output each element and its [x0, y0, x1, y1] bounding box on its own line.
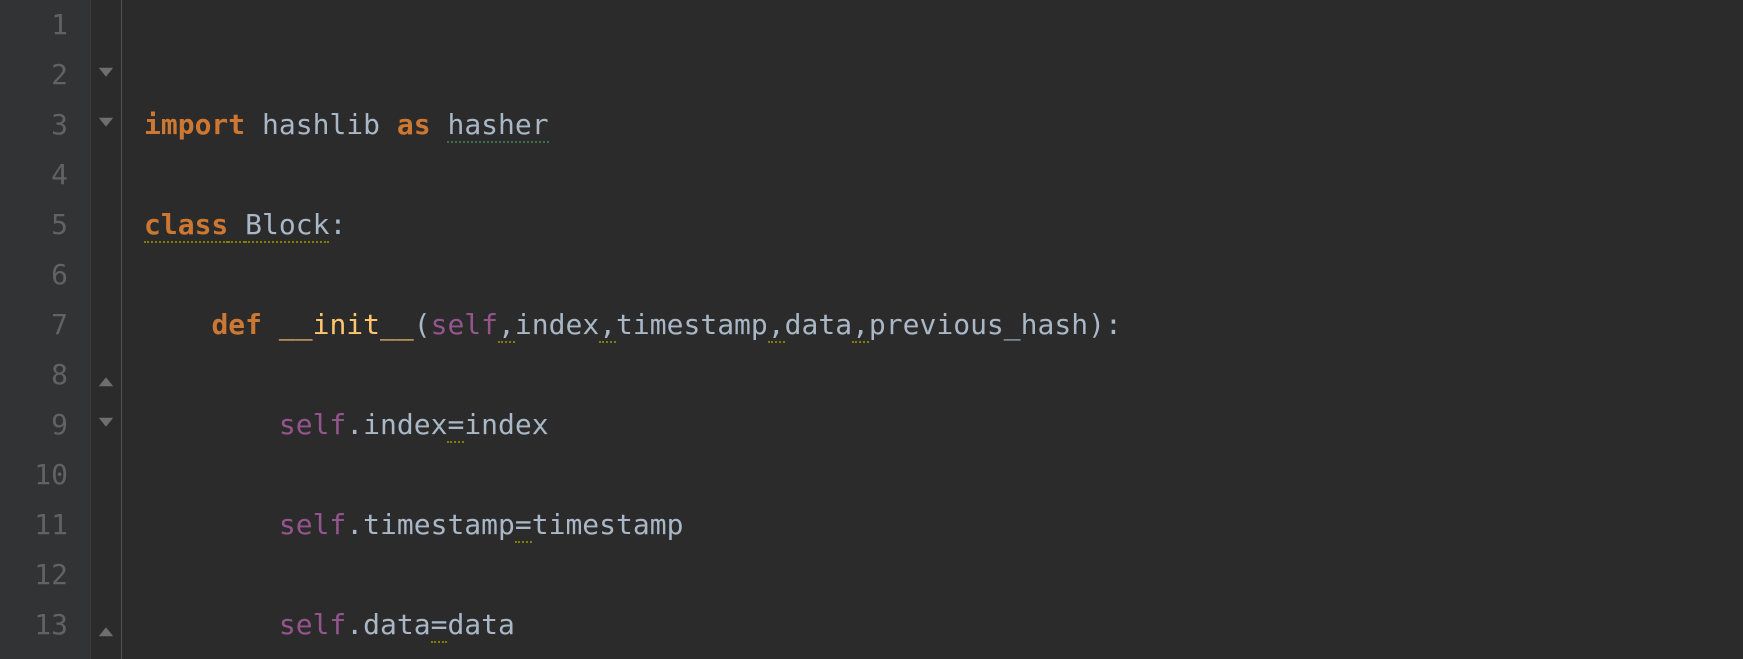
line-number[interactable]: 4 [0, 150, 68, 200]
code-line[interactable]: import hashlib as hasher [144, 100, 1743, 150]
code-line[interactable]: def __init__(self,index,timestamp,data,p… [144, 300, 1743, 350]
param: index [515, 308, 599, 341]
self-ref: self [279, 608, 346, 641]
value: index [464, 408, 548, 441]
code-line[interactable]: self.timestamp=timestamp [144, 500, 1743, 550]
code-editor[interactable]: 1 2 3 4 5 6 7 8 9 10 11 12 13 import has… [0, 0, 1743, 659]
code-line[interactable]: self.data=data [144, 600, 1743, 650]
attr: index [363, 408, 447, 441]
param: data [785, 308, 852, 341]
keyword-class: class [144, 208, 228, 243]
line-number[interactable]: 9 [0, 400, 68, 450]
keyword-as: as [397, 108, 431, 141]
keyword-import: import [144, 108, 245, 141]
line-number[interactable]: 5 [0, 200, 68, 250]
paren-open: ( [414, 308, 431, 341]
module-name: hashlib [262, 108, 380, 141]
dot: . [346, 608, 363, 641]
self-ref: self [279, 408, 346, 441]
value: timestamp [532, 508, 684, 541]
line-number[interactable]: 13 [0, 600, 68, 650]
line-number[interactable]: 6 [0, 250, 68, 300]
line-number[interactable]: 2 [0, 50, 68, 100]
line-number[interactable]: 1 [0, 0, 68, 50]
equals: = [515, 508, 532, 543]
line-number-gutter: 1 2 3 4 5 6 7 8 9 10 11 12 13 [0, 0, 90, 659]
fold-open-icon[interactable] [97, 116, 115, 134]
code-line[interactable]: self.index=index [144, 400, 1743, 450]
param: timestamp [616, 308, 768, 341]
class-name: Block [245, 208, 329, 243]
fold-open-icon[interactable] [97, 66, 115, 84]
comma: , [599, 308, 616, 343]
fold-close-icon[interactable] [97, 620, 115, 638]
func-name: __init__ [279, 308, 414, 341]
value: data [447, 608, 514, 641]
attr: timestamp [363, 508, 515, 541]
fold-open-icon[interactable] [97, 416, 115, 434]
code-area[interactable]: import hashlib as hasher class Block: de… [122, 0, 1743, 659]
dot: . [346, 408, 363, 441]
code-line[interactable]: class Block: [144, 200, 1743, 250]
colon: : [1105, 308, 1122, 341]
equals: = [447, 408, 464, 443]
line-number[interactable]: 11 [0, 500, 68, 550]
line-number[interactable]: 8 [0, 350, 68, 400]
line-number[interactable]: 12 [0, 550, 68, 600]
fold-gutter [90, 0, 122, 659]
attr: data [363, 608, 430, 641]
alias-name: hasher [447, 108, 548, 143]
self-ref: self [279, 508, 346, 541]
keyword-def: def [211, 308, 262, 341]
equals: = [431, 608, 448, 643]
line-number[interactable]: 10 [0, 450, 68, 500]
paren-close: ) [1088, 308, 1105, 341]
comma: , [852, 308, 869, 343]
line-number[interactable]: 3 [0, 100, 68, 150]
param: previous_hash [869, 308, 1088, 341]
line-number[interactable]: 7 [0, 300, 68, 350]
param-self: self [431, 308, 498, 341]
fold-close-icon[interactable] [97, 370, 115, 388]
dot: . [346, 508, 363, 541]
colon: : [329, 208, 346, 241]
comma: , [768, 308, 785, 343]
comma: , [498, 308, 515, 343]
